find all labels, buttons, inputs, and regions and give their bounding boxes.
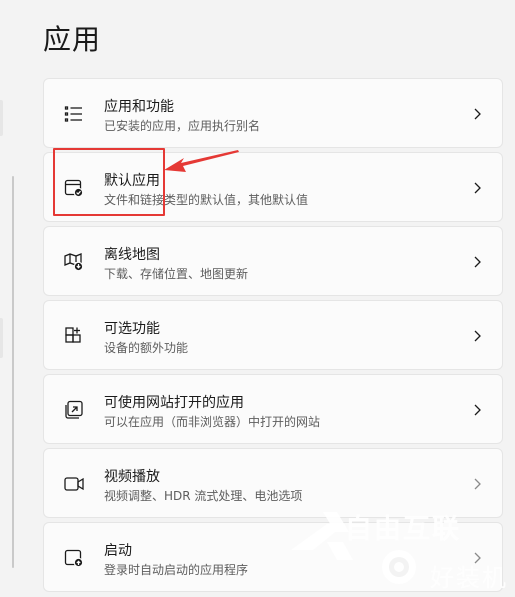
- item-subtitle: 登录时自动启动的应用程序: [104, 563, 249, 577]
- rail-indicator: [0, 318, 3, 358]
- optional-features-item[interactable]: 可选功能 设备的额外功能: [43, 300, 503, 370]
- chevron-right-icon: [472, 255, 482, 269]
- chevron-right-icon: [472, 329, 482, 343]
- offline-maps-item[interactable]: 离线地图 下载、存储位置、地图更新: [43, 226, 503, 296]
- watermark-text: 自由互联: [345, 514, 461, 545]
- page-title: 应用: [43, 23, 102, 56]
- item-subtitle: 设备的额外功能: [104, 341, 189, 355]
- startup-icon: [63, 547, 85, 569]
- apps-and-features-item[interactable]: 应用和功能 已安装的应用，应用执行别名: [43, 78, 503, 148]
- open-external-icon: [63, 399, 85, 421]
- item-title: 视频播放: [104, 469, 160, 485]
- list-icon: [63, 103, 85, 125]
- optional-features-icon: [63, 325, 85, 347]
- left-nav-rail: [0, 0, 14, 597]
- watermark-text: 好装机: [430, 564, 508, 592]
- scrollbar[interactable]: [12, 176, 14, 568]
- apps-for-websites-item[interactable]: 可使用网站打开的应用 可以在应用（而非浏览器）中打开的网站: [43, 374, 503, 444]
- item-title: 可选功能: [104, 321, 160, 337]
- item-title: 启动: [104, 543, 132, 559]
- item-subtitle: 下载、存储位置、地图更新: [104, 267, 249, 281]
- item-title: 离线地图: [104, 247, 160, 263]
- chevron-right-icon: [472, 181, 482, 195]
- item-subtitle: 文件和链接类型的默认值，其他默认值: [104, 193, 309, 207]
- item-subtitle: 已安装的应用，应用执行别名: [104, 119, 261, 133]
- chevron-right-icon: [472, 477, 482, 491]
- item-subtitle: 视频调整、HDR 流式处理、电池选项: [104, 489, 303, 503]
- rail-indicator: [0, 100, 3, 136]
- item-title: 应用和功能: [104, 99, 174, 115]
- chevron-right-icon: [472, 107, 482, 121]
- video-camera-icon: [63, 473, 85, 495]
- default-apps-item[interactable]: 默认应用 文件和链接类型的默认值，其他默认值: [43, 152, 503, 222]
- item-subtitle: 可以在应用（而非浏览器）中打开的网站: [104, 415, 321, 429]
- item-title: 默认应用: [104, 173, 160, 189]
- map-icon: [63, 251, 85, 273]
- item-title: 可使用网站打开的应用: [104, 395, 244, 411]
- default-apps-icon: [63, 177, 85, 199]
- chevron-right-icon: [472, 403, 482, 417]
